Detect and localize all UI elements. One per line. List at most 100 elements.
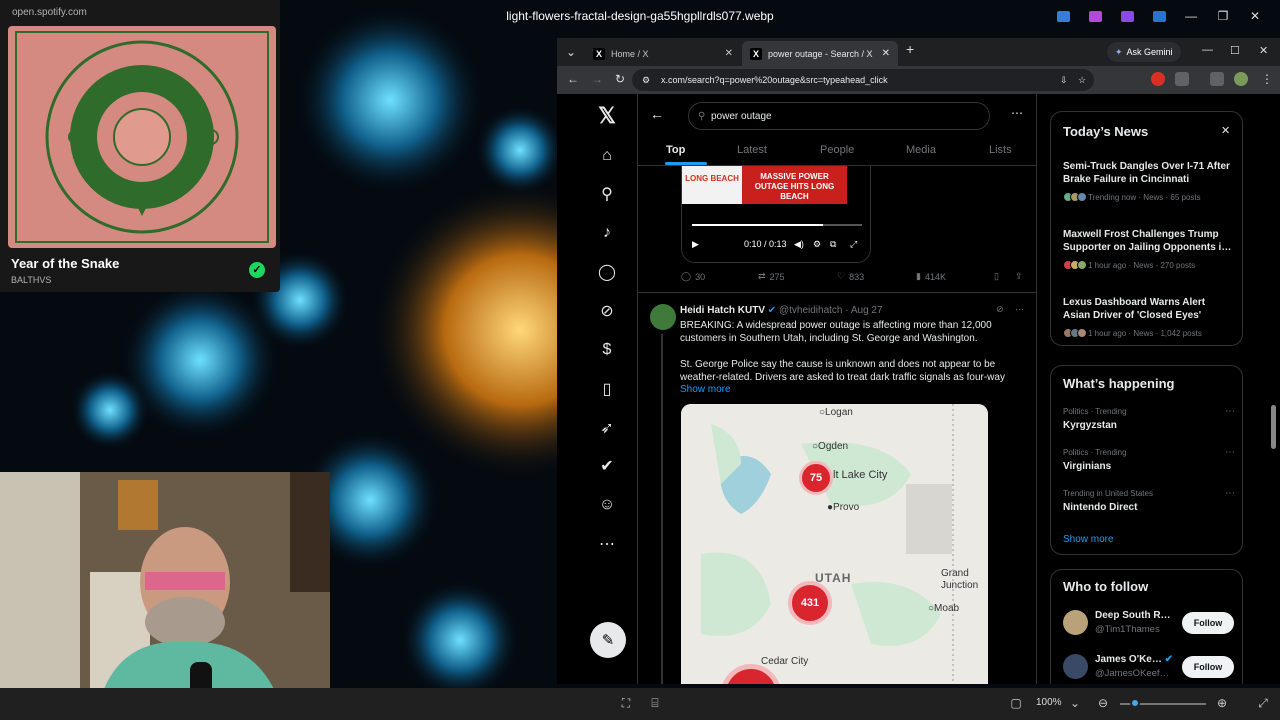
tab-latest[interactable]: Latest [737, 144, 767, 156]
ask-gemini-button[interactable]: ✦ Ask Gemini [1107, 42, 1181, 62]
video-player[interactable]: LONG BEACH MASSIVE POWER OUTAGE HITS LON… [681, 166, 871, 263]
back-icon[interactable]: ← [567, 72, 579, 86]
close-tab-icon[interactable]: ✕ [725, 48, 733, 59]
extensions-icon[interactable] [1175, 72, 1189, 86]
page-scrollbar[interactable] [1271, 405, 1276, 449]
news-headline[interactable]: Lexus Dashboard Warns Alert Asian Driver… [1063, 296, 1233, 322]
follow-button[interactable]: Follow [1182, 656, 1234, 678]
menu-icon[interactable]: ⋮ [1261, 72, 1273, 86]
bookmark-star-icon[interactable]: ☆ [1078, 75, 1086, 86]
text-scan-icon[interactable]: ⌸ [647, 696, 663, 712]
follow-button[interactable]: Follow [1182, 612, 1234, 634]
settings-icon[interactable]: ⚙ [813, 239, 821, 250]
user-handle[interactable]: @Tim1Thames [1095, 624, 1160, 635]
messages-icon[interactable]: ◯ [595, 260, 619, 284]
bookmarks-icon[interactable]: ▯ [595, 377, 619, 401]
repost-button[interactable]: ⇄ 275 [758, 271, 785, 282]
reading-list-icon[interactable] [1210, 72, 1224, 86]
tweet-date[interactable]: · Aug 27 [845, 305, 882, 316]
minimize-icon[interactable]: — [1202, 44, 1213, 56]
zoom-dropdown-icon[interactable]: ⌄ [1067, 696, 1083, 712]
zoom-in-icon[interactable]: ⊕ [1214, 696, 1230, 712]
artist-name[interactable]: BALTHVS [11, 275, 51, 285]
song-title[interactable]: Year of the Snake [11, 256, 119, 271]
home-icon[interactable]: ⌂ [595, 144, 619, 168]
notifications-icon[interactable]: ♪ [595, 221, 619, 245]
video-progress[interactable] [692, 224, 862, 226]
bookmark-icon[interactable]: ▯ [994, 271, 999, 282]
search-more-icon[interactable]: ⋯ [1011, 106, 1023, 120]
zoom-slider-thumb[interactable] [1130, 698, 1140, 708]
fullscreen-icon[interactable]: ⤢ [1255, 696, 1271, 712]
tab-power-outage[interactable]: X power outage - Search / X ✕ [742, 41, 898, 66]
fullscreen-icon[interactable]: ⤢ [850, 239, 857, 250]
author-name[interactable]: Heidi Hatch KUTV [680, 305, 765, 316]
explore-search-icon[interactable]: ⚲ [595, 182, 619, 206]
close-icon[interactable]: ✕ [1244, 6, 1266, 26]
news-headline[interactable]: Maxwell Frost Challenges Trump Supporter… [1063, 228, 1233, 254]
url-field[interactable]: ⚙ x.com/search?q=power%20outage&src=type… [632, 69, 1094, 91]
adblock-icon[interactable] [1151, 72, 1165, 86]
tab-lists[interactable]: Lists [989, 144, 1012, 156]
profile-icon[interactable]: ☺ [595, 493, 619, 517]
trend-name[interactable]: Nintendo Direct [1063, 502, 1137, 513]
author-handle[interactable]: @tvheidihatch [779, 305, 843, 316]
trend-more-icon[interactable]: ⋯ [1225, 447, 1235, 458]
site-info-icon[interactable]: ⚙ [642, 75, 650, 86]
tab-home-x[interactable]: X Home / X ✕ [585, 41, 741, 66]
zoom-out-icon[interactable]: ⊖ [1095, 696, 1111, 712]
tab-people[interactable]: People [820, 144, 854, 156]
onedrive-icon[interactable] [1148, 6, 1170, 26]
tweet-author-avatar[interactable] [650, 304, 676, 330]
fit-icon[interactable]: ▢ [1008, 696, 1024, 712]
maximize-icon[interactable]: ☐ [1230, 44, 1240, 57]
volume-icon[interactable]: ◀) [794, 239, 804, 250]
designer-icon[interactable] [1084, 6, 1106, 26]
user-handle[interactable]: @JamesOKeef… [1095, 668, 1169, 679]
x-logo-icon[interactable]: 𝕏 [595, 103, 619, 128]
grok-icon[interactable]: ⊘ [595, 299, 619, 323]
more-icon[interactable]: ⋯ [595, 532, 619, 556]
news-headline[interactable]: Semi-Truck Dangles Over I-71 After Brake… [1063, 160, 1233, 186]
minimize-icon[interactable]: — [1180, 6, 1202, 26]
zoom-level[interactable]: 100% [1036, 697, 1062, 708]
share-icon[interactable]: ⇪ [1015, 271, 1023, 282]
back-arrow-icon[interactable]: ← [650, 106, 664, 122]
close-news-icon[interactable]: ✕ [1221, 124, 1230, 137]
user-name[interactable]: Deep South R… [1095, 610, 1171, 621]
pip-icon[interactable]: ⧉ [830, 239, 836, 250]
new-tab-icon[interactable]: + [906, 41, 914, 57]
trend-more-icon[interactable]: ⋯ [1225, 406, 1235, 417]
verified-orgs-icon[interactable]: ✔ [595, 454, 619, 478]
user-avatar[interactable] [1063, 654, 1088, 679]
saved-check-icon[interactable]: ✓ [249, 262, 265, 278]
search-input[interactable]: ⚲ power outage [688, 102, 990, 130]
clipchamp-icon[interactable] [1116, 6, 1138, 26]
outage-map-image[interactable]: ○Logan ○Ogden lt Lake City ●Provo UTAH G… [681, 404, 988, 684]
user-name[interactable]: James O'Ke… ✔ [1095, 654, 1173, 665]
grok-explain-icon[interactable]: ⊘ [996, 304, 1004, 315]
user-avatar[interactable] [1063, 610, 1088, 635]
show-more-trends-link[interactable]: Show more [1063, 534, 1114, 545]
tab-media[interactable]: Media [906, 144, 936, 156]
outage-cluster-75[interactable]: 75 [799, 461, 833, 495]
close-tab-icon[interactable]: ✕ [882, 48, 890, 59]
crop-icon[interactable]: ⛶ [618, 696, 634, 712]
reload-icon[interactable]: ↻ [615, 72, 625, 86]
install-icon[interactable]: ⇩ [1060, 75, 1068, 86]
profile-avatar-icon[interactable] [1234, 72, 1248, 86]
tweet-more-icon[interactable]: ⋯ [1015, 304, 1024, 315]
tab-search-icon[interactable]: ⌄ [560, 42, 582, 62]
compose-post-button[interactable]: ✎ [590, 622, 626, 658]
jobs-icon[interactable]: ➶ [595, 416, 619, 440]
premium-icon[interactable]: $ [595, 338, 619, 362]
views-button[interactable]: ▮ 414K [916, 271, 946, 282]
play-icon[interactable]: ▶ [692, 239, 699, 250]
tab-top[interactable]: Top [666, 144, 685, 156]
outage-cluster-431[interactable]: 431 [788, 581, 832, 625]
trend-more-icon[interactable]: ⋯ [1225, 488, 1235, 499]
show-more-link[interactable]: Show more [680, 384, 731, 395]
trend-name[interactable]: Virginians [1063, 461, 1111, 472]
maximize-icon[interactable]: ❐ [1212, 6, 1234, 26]
trend-name[interactable]: Kyrgyzstan [1063, 420, 1117, 431]
